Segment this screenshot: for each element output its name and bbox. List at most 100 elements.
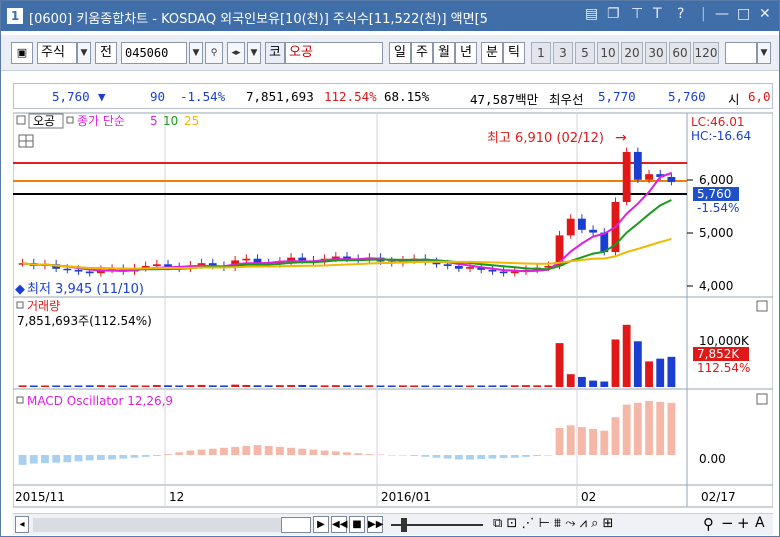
candle <box>633 151 642 180</box>
interval-20[interactable]: 20 <box>621 42 643 64</box>
maximize-icon[interactable]: □ <box>737 6 750 22</box>
volume-bar <box>264 385 273 387</box>
interval-30[interactable]: 30 <box>645 42 667 64</box>
volume-bar <box>52 385 61 387</box>
chart-svg[interactable]: 오공 종가 단순 5 10 25 최고 6,910 (02/12) → ◆ 최저… <box>12 111 774 513</box>
help-icon[interactable]: ? <box>677 6 684 22</box>
volume-bar <box>488 385 497 387</box>
prev-button[interactable]: 전 <box>95 42 117 64</box>
y-tick-4000: 4,000 <box>699 279 733 293</box>
separator: | <box>701 6 706 22</box>
window-number[interactable]: 1 <box>7 8 23 24</box>
volume-bar <box>197 384 206 387</box>
market-dropdown-icon[interactable]: ▼ <box>77 42 91 64</box>
macd-bar <box>343 452 351 455</box>
volume-bar <box>432 385 441 387</box>
volume-bar <box>555 343 564 387</box>
interval-1[interactable]: 1 <box>531 42 551 64</box>
chart-area[interactable]: 오공 종가 단순 5 10 25 최고 6,910 (02/12) → ◆ 최저… <box>12 111 774 513</box>
close-icon[interactable]: ✕ <box>759 6 771 22</box>
scroll-left-icon[interactable]: ◂ <box>15 516 29 533</box>
period-month[interactable]: 월 <box>433 42 455 64</box>
bottom-navigation: ◂ ▶ ◀◀ ■ ▶▶ ⧉ ⊡ ⋰ ⊢ ⩩ ⤳ ⩘ ⌕ ⊞ ⚲ − + A <box>13 513 773 535</box>
macd-bar <box>208 448 217 455</box>
hc-label: HC:-16.64 <box>691 129 751 143</box>
macd-panel-close-icon[interactable] <box>756 393 768 405</box>
stock-name-field[interactable]: 오공 <box>285 42 383 64</box>
volume-bar <box>499 385 508 387</box>
macd-bar <box>522 455 530 457</box>
turnover-value: 68.15% <box>384 89 430 104</box>
period-tick[interactable]: 틱 <box>503 42 525 64</box>
volume-bar <box>63 385 72 387</box>
panel-toggle-icon[interactable] <box>16 115 26 125</box>
market-select[interactable]: 주식 <box>37 42 77 64</box>
macd-bar <box>74 455 83 462</box>
volume-bar <box>130 385 139 387</box>
period-minute[interactable]: 분 <box>481 42 503 64</box>
zoom-in-icon[interactable]: + <box>737 514 750 532</box>
layout-icon[interactable]: ▤ <box>585 6 598 22</box>
macd-toggle-icon[interactable] <box>16 396 24 404</box>
interval-10[interactable]: 10 <box>597 42 619 64</box>
play-icon[interactable]: ▶ <box>313 516 329 533</box>
volume-bar <box>421 385 430 387</box>
fast-forward-icon[interactable]: ▶▶ <box>367 516 383 533</box>
volume-bar <box>578 376 586 387</box>
draw-tools-icon[interactable]: ⧉ ⊡ ⋰ ⊢ ⩩ ⤳ ⩘ ⌕ ⊞ <box>493 516 613 531</box>
interval-dropdown-icon[interactable]: ▼ <box>757 42 771 64</box>
search-icon[interactable]: ⚲ <box>205 42 223 64</box>
scroll-track[interactable] <box>33 518 301 532</box>
rewind-icon[interactable]: ◀◀ <box>331 516 347 533</box>
indicator-label[interactable]: 종가 단순 <box>77 114 125 128</box>
code-dropdown-icon[interactable]: ▼ <box>189 42 203 64</box>
down-arrow-icon: ▼ <box>98 89 106 104</box>
indicator-toggle-icon[interactable] <box>66 116 74 124</box>
interval-60[interactable]: 60 <box>669 42 691 64</box>
macd-bar <box>622 404 631 455</box>
interval-120[interactable]: 120 <box>693 42 719 64</box>
font-icon[interactable]: T <box>653 6 662 22</box>
volume-value-text: 7,851,693주(112.54%) <box>17 314 152 328</box>
volume-bar <box>275 385 284 387</box>
macd-bar <box>589 428 598 455</box>
x-label-dec: 12 <box>169 490 184 504</box>
zoom-search-icon[interactable]: ⚲ <box>703 515 714 533</box>
macd-bar <box>231 446 240 455</box>
volume-current-pct: 112.54% <box>697 361 750 375</box>
scroll-thumb[interactable] <box>281 517 311 533</box>
pin-icon[interactable]: ⊤ <box>631 6 643 22</box>
lc-label: LC:46.01 <box>691 115 744 129</box>
volume-pct: 112.54% <box>324 89 377 104</box>
sound-icon[interactable]: ◂▸ <box>227 42 245 64</box>
period-year[interactable]: 년 <box>455 42 477 64</box>
code-input[interactable]: 045060 <box>121 42 187 64</box>
macd-bar <box>354 453 363 455</box>
macd-bar <box>421 455 430 457</box>
font-size-icon[interactable]: A <box>755 515 765 531</box>
title-bar: 1 [0600] 키움종합차트 - KOSDAQ 외국인보유[10(천)] 주식… <box>1 1 779 31</box>
period-day[interactable]: 일 <box>389 42 411 64</box>
stock-tab[interactable]: 오공 <box>33 114 55 128</box>
interval-5[interactable]: 5 <box>575 42 595 64</box>
interval-3[interactable]: 3 <box>553 42 573 64</box>
best-bid: 5,760 <box>668 89 706 104</box>
candle <box>74 269 83 272</box>
macd-bar <box>152 455 161 456</box>
stop-icon[interactable]: ■ <box>349 516 365 533</box>
volume-panel-close-icon[interactable] <box>756 300 768 312</box>
zoom-out-icon[interactable]: − <box>721 514 734 532</box>
copy-window-icon[interactable]: ❐ <box>607 6 620 22</box>
menu-icon[interactable]: ▣ <box>11 42 33 64</box>
sound-dropdown-icon[interactable]: ▼ <box>247 42 261 64</box>
period-week[interactable]: 주 <box>411 42 433 64</box>
volume-toggle-icon[interactable] <box>16 301 24 309</box>
macd-bar <box>164 454 172 455</box>
macd-bar <box>41 455 49 464</box>
macd-bar <box>242 446 251 455</box>
interval-input[interactable] <box>725 42 757 64</box>
minimize-icon[interactable]: — <box>715 6 729 22</box>
macd-title: MACD Oscillator 12,26,9 <box>27 394 173 408</box>
zoom-slider-handle[interactable] <box>401 518 407 532</box>
candle <box>667 176 676 182</box>
